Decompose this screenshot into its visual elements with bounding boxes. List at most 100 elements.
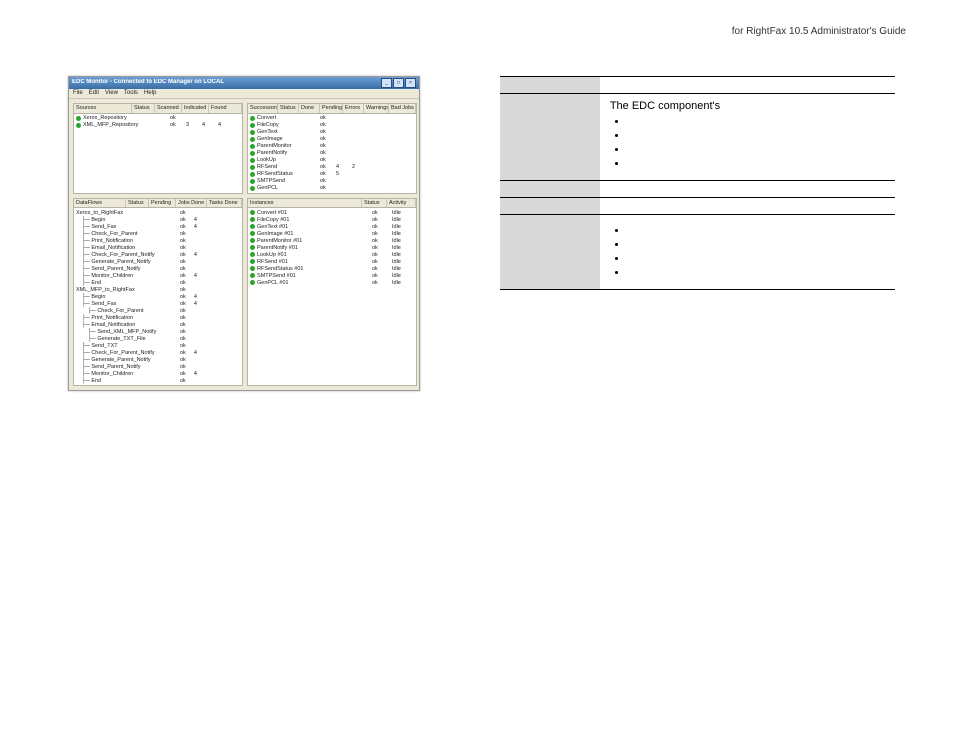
dataflow-node[interactable]: ├─ Print_Notificationok	[76, 237, 240, 244]
successor-row[interactable]: ParentMonitorok	[248, 143, 416, 150]
dataflow-node[interactable]: ├─ Endok	[76, 279, 240, 286]
minimize-icon[interactable]: _	[381, 78, 392, 88]
instance-row[interactable]: ParentNotify #01okIdle	[248, 244, 416, 251]
menu-edit[interactable]: Edit	[89, 90, 99, 97]
successor-row[interactable]: SMTPSendok	[248, 178, 416, 185]
close-icon[interactable]: ×	[405, 78, 416, 88]
menu-file[interactable]: File	[73, 90, 83, 97]
instance-row[interactable]: FileCopy #01okIdle	[248, 216, 416, 223]
dataflow-node[interactable]: ├─ Email_Notificationok	[76, 244, 240, 251]
instance-row[interactable]: GenImage #01okIdle	[248, 230, 416, 237]
th-desc	[600, 77, 895, 94]
status-dot-icon	[250, 151, 255, 156]
instance-row[interactable]: RFSendStatus #01okIdle	[248, 265, 416, 272]
dataflow-node[interactable]: ├─ Check_For_Parentok	[76, 230, 240, 237]
row-errors-desc	[600, 215, 895, 289]
successor-row[interactable]: GenImageok	[248, 136, 416, 143]
menu-tools[interactable]: Tools	[124, 90, 138, 97]
menu-help[interactable]: Help	[144, 90, 156, 97]
successors-pane: Successors Status Done Pending Errors Wa…	[247, 103, 417, 194]
dataflow-node[interactable]: ├─ Check_For_Parent_Notifyok4	[76, 349, 240, 356]
status-dot-icon	[250, 172, 255, 177]
dataflow-node[interactable]: ├─ Send_TXTok	[76, 342, 240, 349]
successor-row[interactable]: RFSendok42	[248, 164, 416, 171]
th-column	[500, 77, 600, 94]
dataflow-node[interactable]: ├─ Print_Notificationok	[76, 314, 240, 321]
status-dot-icon	[250, 224, 255, 229]
dataflows-pane: DataFlows Status Pending Jobs Done Tasks…	[73, 198, 243, 387]
instance-row[interactable]: GenPCL #01okIdle	[248, 279, 416, 286]
successor-row[interactable]: GenPCLok	[248, 185, 416, 192]
row-errors-label	[500, 215, 600, 289]
dataflow-node[interactable]: ├─ Monitor_Childrenok4	[76, 370, 240, 377]
status-dot-icon	[250, 130, 255, 135]
status-dot-icon	[76, 123, 81, 128]
status-dot-icon	[76, 116, 81, 121]
window-titlebar: EDC Monitor - Connected to EDC Manager o…	[69, 77, 419, 89]
successor-row[interactable]: LookUpok	[248, 157, 416, 164]
instance-row[interactable]: GenText #01okIdle	[248, 223, 416, 230]
instance-row[interactable]: SMTPSend #01okIdle	[248, 272, 416, 279]
dataflow-node[interactable]: ├─ Check_For_Parent_Notifyok4	[76, 251, 240, 258]
dataflow-node[interactable]: ├─ Endok	[76, 377, 240, 384]
status-dot-icon	[250, 144, 255, 149]
dataflow-node[interactable]: Xerox_to_RightFaxok	[76, 209, 240, 216]
status-dot-icon	[250, 186, 255, 191]
row-status-desc: The EDC component's	[600, 94, 895, 181]
dataflow-node[interactable]: ├─ Beginok4	[76, 293, 240, 300]
status-dot-icon	[250, 238, 255, 243]
dataflow-node[interactable]: ├─ Generate_Parent_Notifyok	[76, 356, 240, 363]
instances-pane: Instances Status Activity Convert #01okI…	[247, 198, 417, 387]
status-dot-icon	[250, 231, 255, 236]
successor-row[interactable]: GenTextok	[248, 129, 416, 136]
status-dot-icon	[250, 137, 255, 142]
successor-row[interactable]: FileCopyok	[248, 122, 416, 129]
menu-view[interactable]: View	[105, 90, 118, 97]
status-dot-icon	[250, 273, 255, 278]
dataflow-node[interactable]: ├─ Monitor_Childrenok4	[76, 272, 240, 279]
status-dot-icon	[250, 116, 255, 121]
instances-header: Instances Status Activity	[248, 199, 416, 209]
source-row[interactable]: XML_MFP_Repositoryok344	[74, 122, 242, 129]
window-title: EDC Monitor - Connected to EDC Manager o…	[72, 79, 381, 86]
status-dot-icon	[250, 165, 255, 170]
successors-header: Successors Status Done Pending Errors Wa…	[248, 104, 416, 114]
instance-row[interactable]: Convert #01okIdle	[248, 209, 416, 216]
successor-row[interactable]: Convertok	[248, 115, 416, 122]
dataflow-node[interactable]: XML_MFP_to_RightFaxok	[76, 286, 240, 293]
status-dot-icon	[250, 179, 255, 184]
row-pending-desc	[600, 198, 895, 215]
dataflow-node[interactable]: ├─ Send_Parent_Notifyok	[76, 363, 240, 370]
dataflow-node[interactable]: ├─ Beginok4	[76, 216, 240, 223]
dataflow-node[interactable]: ├─ Send_XML_MFP_Notifyok	[76, 328, 240, 335]
maximize-icon[interactable]: □	[393, 78, 404, 88]
dataflow-node[interactable]: ├─ Send_Parent_Notifyok	[76, 265, 240, 272]
dataflow-node[interactable]: ├─ Generate_TXT_Fileok	[76, 335, 240, 342]
status-dot-icon	[250, 266, 255, 271]
source-row[interactable]: Xerox_Repositoryok	[74, 115, 242, 122]
edc-monitor-window: EDC Monitor - Connected to EDC Manager o…	[68, 76, 420, 391]
row-pending-label	[500, 198, 600, 215]
page-header: for RightFax 10.5 Administrator's Guide	[732, 26, 906, 37]
successor-row[interactable]: RFSendStatusok5	[248, 171, 416, 178]
status-dot-icon	[250, 280, 255, 285]
successor-row[interactable]: ParentNotifyok	[248, 150, 416, 157]
sources-header: Sources Status Scanned Indicated Found	[74, 104, 242, 114]
dataflows-header: DataFlows Status Pending Jobs Done Tasks…	[74, 199, 242, 209]
dataflow-node[interactable]: ├─ Generate_Parent_Notifyok	[76, 258, 240, 265]
status-dot-icon	[250, 259, 255, 264]
instance-row[interactable]: ParentMonitor #01okIdle	[248, 237, 416, 244]
row-status-label	[500, 94, 600, 181]
dataflow-node[interactable]: ├─ Send_Faxok4	[76, 223, 240, 230]
status-dot-icon	[250, 123, 255, 128]
dataflow-node[interactable]: ├─ Send_Faxok4	[76, 300, 240, 307]
row-done-desc	[600, 181, 895, 198]
instance-row[interactable]: LookUp #01okIdle	[248, 251, 416, 258]
instance-row[interactable]: RFSend #01okIdle	[248, 258, 416, 265]
status-dot-icon	[250, 245, 255, 250]
column-table: The EDC component's	[500, 76, 895, 290]
status-dot-icon	[250, 158, 255, 163]
dataflow-node[interactable]: ├─ Email_Notificationok	[76, 321, 240, 328]
row-done-label	[500, 181, 600, 198]
dataflow-node[interactable]: ├─ Check_For_Parentok	[76, 307, 240, 314]
